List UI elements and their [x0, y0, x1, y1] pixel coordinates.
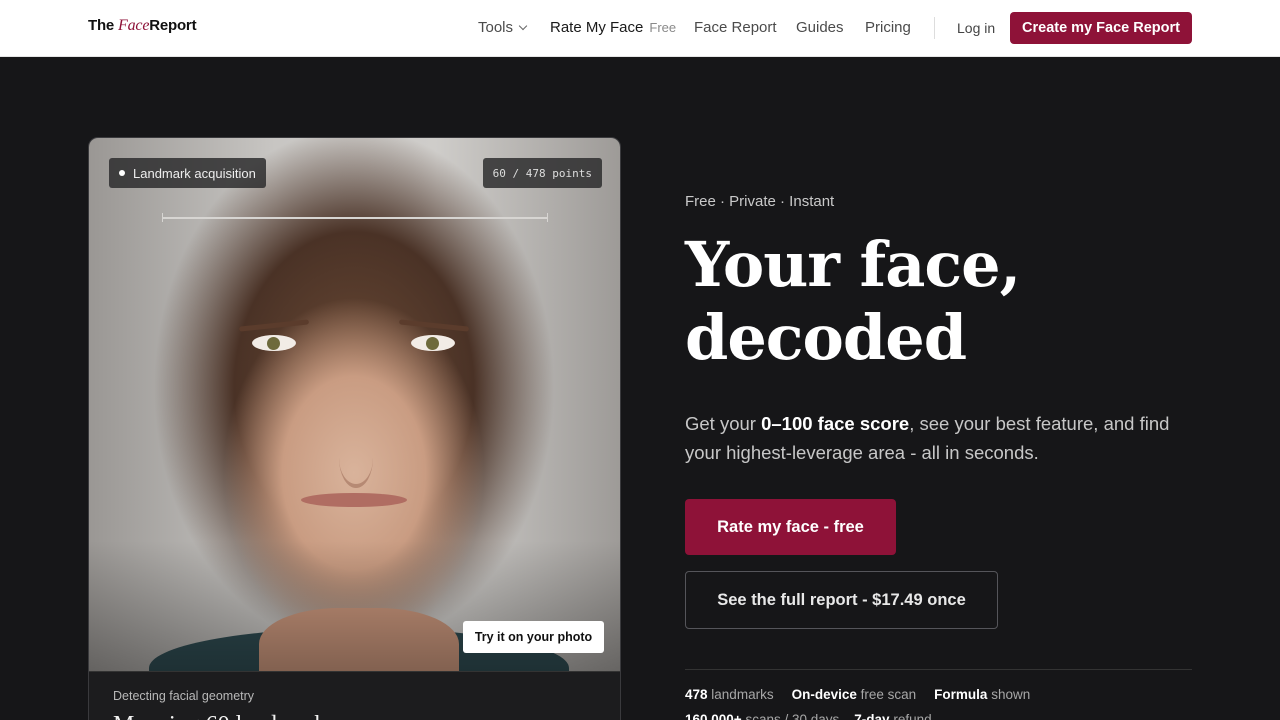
stat-refund-value: 7-day [854, 712, 890, 720]
stat-landmarks-value: 478 [685, 687, 708, 702]
chevron-down-icon [518, 21, 528, 31]
nav-divider [934, 17, 935, 39]
nav-guides[interactable]: Guides [796, 19, 844, 36]
mapping-title: Mapping 60 landmarks [113, 712, 336, 720]
photo-left-brow [238, 319, 310, 332]
photo-right-brow [398, 319, 470, 332]
logo-italic-word: Face [118, 17, 150, 34]
headline-line-1: Your face, [685, 228, 1021, 301]
stats-row: 478 landmarks On-device free scan Formula … [685, 687, 1030, 702]
hero-eyebrow: Free · Private · Instant [685, 193, 835, 210]
free-badge: Free [649, 20, 677, 35]
stat-scans-label: scans / 30 days [745, 712, 840, 720]
landmark-status-label: Landmark acquisition [133, 165, 256, 181]
top-navigation-bar: The FaceReport Tools Rate My Face Free Fa… [0, 0, 1280, 57]
try-on-your-photo-button[interactable]: Try it on your photo [463, 621, 604, 653]
status-dot-icon [119, 170, 125, 176]
brand-logo[interactable]: The FaceReport [88, 17, 197, 35]
rate-my-face-button[interactable]: Rate my face - free [685, 499, 896, 555]
stat-landmarks-label: landmarks [711, 687, 774, 702]
scan-card-footer: Detecting facial geometry Mapping 60 lan… [89, 671, 620, 720]
nav-tools-menu[interactable]: Tools [478, 19, 528, 36]
nav-tools-label: Tools [478, 19, 514, 36]
photo-right-eye [411, 335, 455, 351]
full-report-button[interactable]: See the full report - $17.49 once [685, 571, 998, 629]
nav-rate-my-face-label: Rate My Face [550, 19, 644, 36]
photo-mouth [301, 493, 407, 507]
photo-left-eye [252, 335, 296, 351]
photo-nose [339, 428, 373, 488]
logo-suffix: Report [149, 17, 197, 34]
sample-face-photo: Landmark acquisition 60 / 478 points Try… [89, 138, 620, 671]
create-report-button[interactable]: Create my Face Report [1010, 12, 1192, 44]
stat-refund-label: refund [893, 712, 932, 720]
stat-scans-value: 160,000+ [685, 712, 742, 720]
face-scan-card: Landmark acquisition 60 / 478 points Try… [88, 137, 621, 720]
logo-prefix: The [88, 17, 115, 34]
detecting-label: Detecting facial geometry [113, 689, 255, 703]
nav-rate-my-face[interactable]: Rate My Face Free [550, 19, 676, 36]
login-link[interactable]: Log in [957, 20, 995, 36]
stats-divider [685, 669, 1192, 670]
landmark-status-pill: Landmark acquisition [109, 158, 266, 188]
nav-pricing[interactable]: Pricing [865, 19, 911, 36]
stat-formula-label: shown [991, 687, 1031, 702]
lede-intro: Get your [685, 413, 762, 434]
headline-line-2: decoded [685, 301, 967, 374]
scan-line [162, 213, 548, 222]
hero-description: Get your 0–100 face score, see your best… [685, 409, 1195, 467]
lede-emphasis: 0–100 face score [761, 413, 910, 434]
stats-row-secondary: 160,000+ scans / 30 days 7-day refund [685, 712, 932, 720]
stat-ondevice-label: free scan [860, 687, 917, 702]
stat-ondevice-value: On-device [791, 687, 857, 702]
nav-face-report[interactable]: Face Report [694, 19, 777, 36]
points-counter: 60 / 478 points [482, 158, 602, 188]
stat-formula-value: Formula [934, 687, 988, 702]
hero-headline: Your face, decoded [685, 228, 1185, 374]
